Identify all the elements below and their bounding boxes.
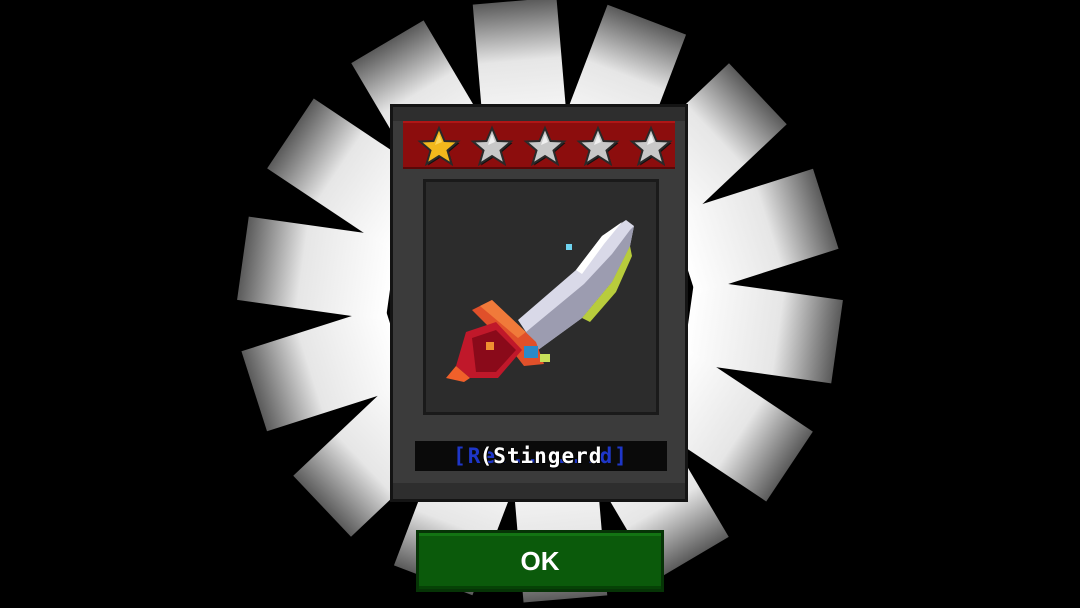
- reward-screen: [Re... ...d] (Stingerd OK: [0, 0, 1080, 608]
- card-top-edge: [393, 107, 685, 121]
- star-empty-icon: [629, 125, 673, 169]
- rarity-stars-bar: [403, 121, 675, 169]
- pixel-sword-icon: [446, 220, 634, 382]
- ok-button-label: OK: [520, 545, 560, 576]
- item-frame: [423, 179, 659, 415]
- ok-button[interactable]: OK: [416, 530, 664, 592]
- item-name: (Stingerd: [479, 444, 603, 468]
- star-empty-icon: [523, 125, 567, 169]
- reward-card: [Re... ...d] (Stingerd: [390, 104, 688, 502]
- star-empty-icon: [576, 125, 620, 169]
- star-filled-icon: [417, 125, 461, 169]
- item-name-bar: [Re... ...d] (Stingerd: [415, 441, 667, 471]
- card-bottom-edge: [393, 483, 685, 499]
- star-empty-icon: [470, 125, 514, 169]
